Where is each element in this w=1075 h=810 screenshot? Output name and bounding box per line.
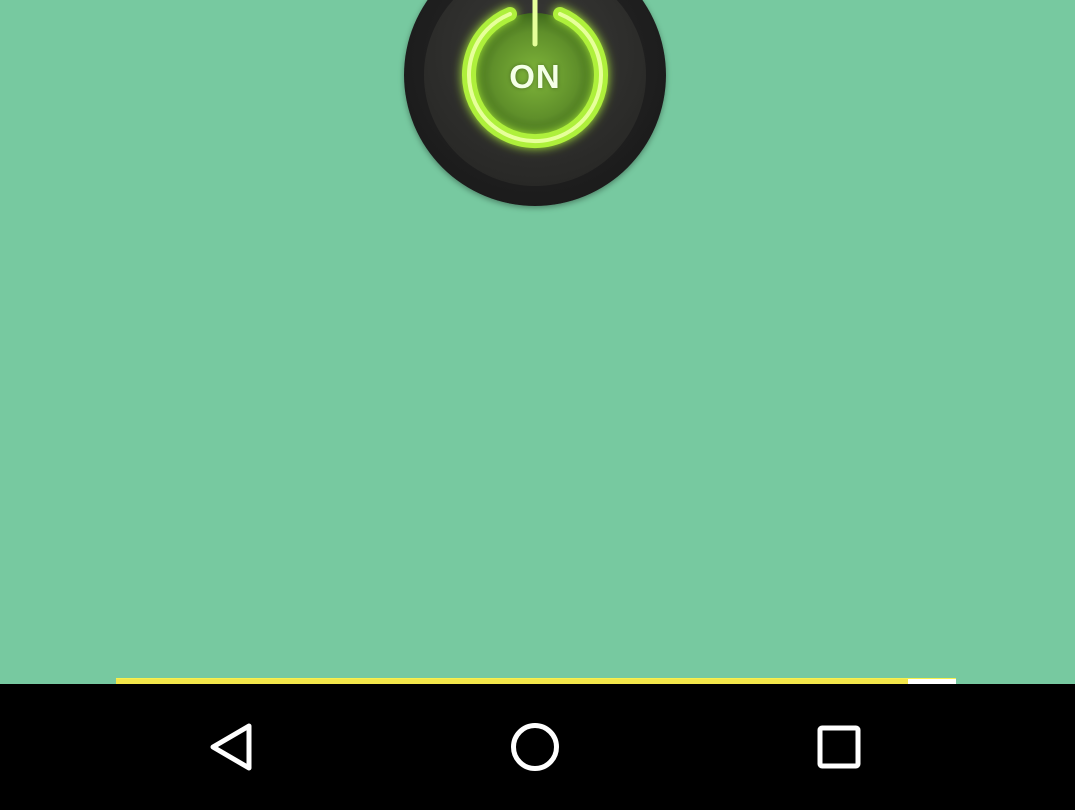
back-icon bbox=[210, 723, 252, 771]
recents-icon bbox=[817, 725, 861, 769]
home-icon bbox=[511, 723, 559, 771]
recents-button[interactable] bbox=[802, 710, 876, 784]
power-icon bbox=[462, 0, 608, 149]
power-toggle-button[interactable]: ON bbox=[404, 0, 666, 206]
main-content: ON bbox=[0, 0, 1075, 685]
power-state-label: ON bbox=[509, 58, 561, 95]
home-button[interactable] bbox=[498, 710, 572, 784]
back-button[interactable] bbox=[197, 710, 271, 784]
navigation-bar bbox=[0, 684, 1075, 810]
app-screen: ON bbox=[0, 0, 1075, 810]
